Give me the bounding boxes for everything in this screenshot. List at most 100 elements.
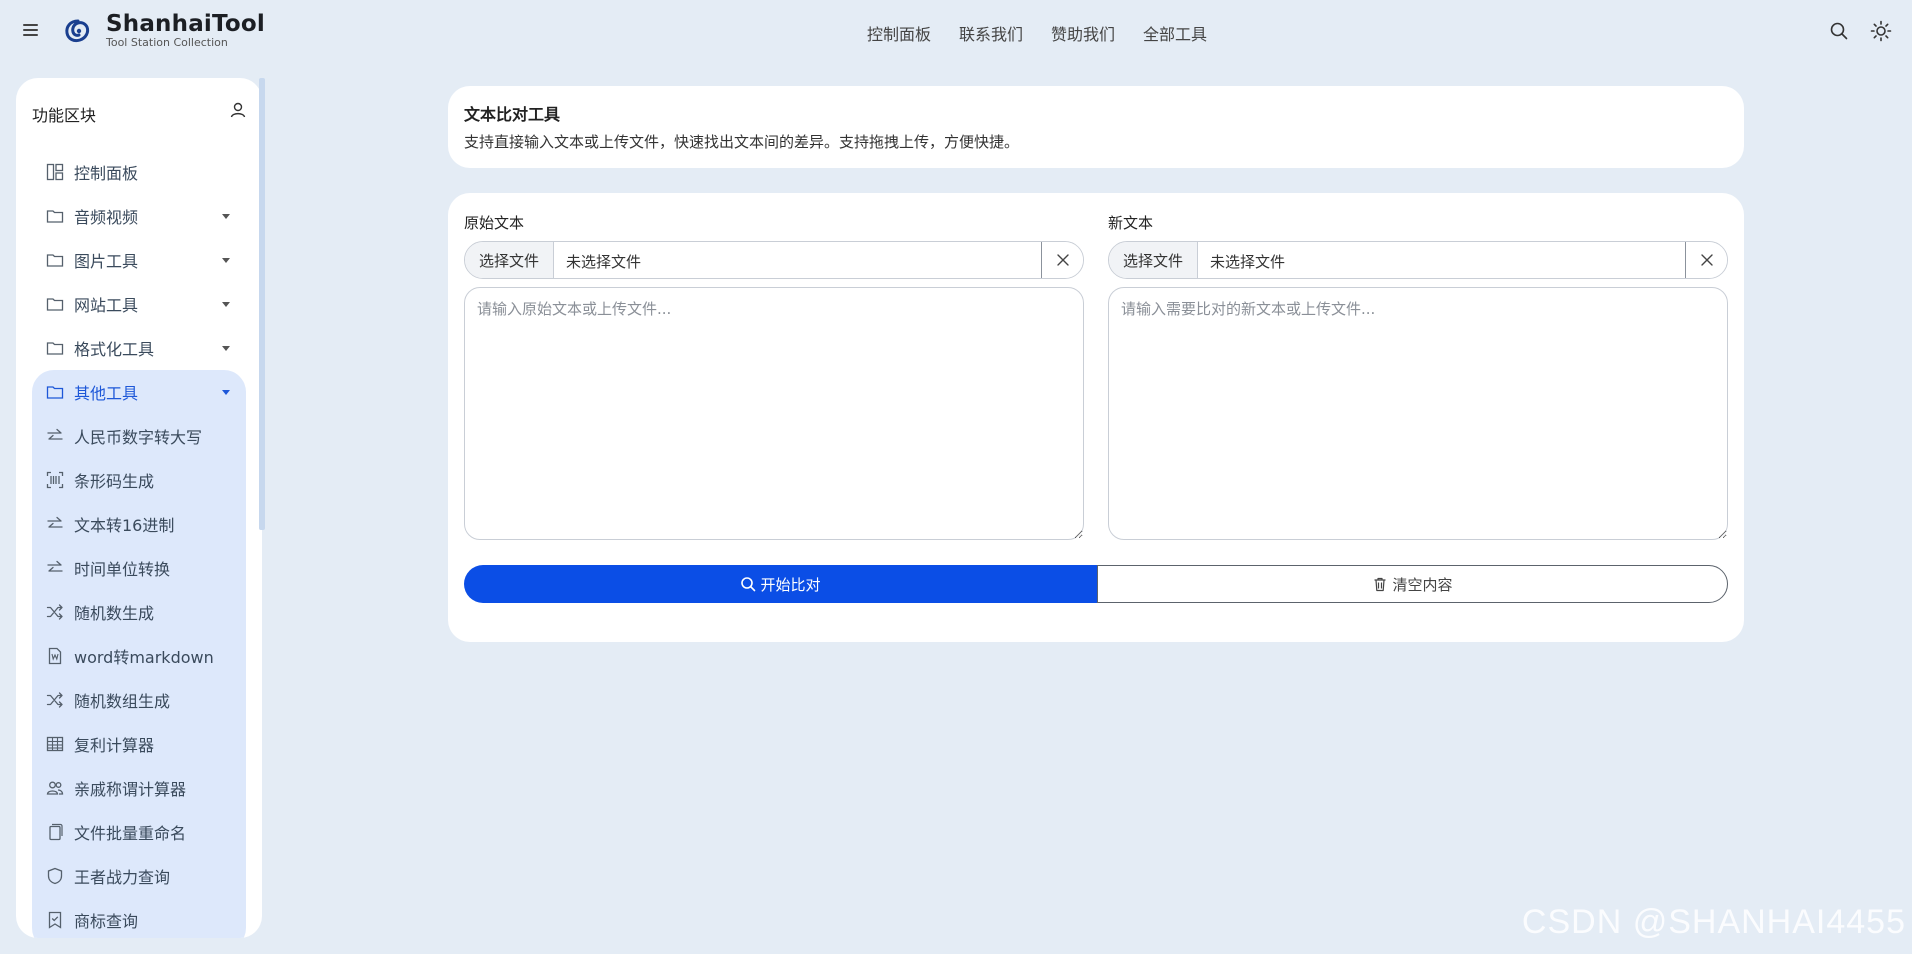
theme-toggle-sun-icon[interactable] (1870, 20, 1892, 42)
files-icon (46, 823, 64, 841)
sidebar-item-label: 随机数生成 (74, 604, 155, 623)
brand-name[interactable]: ShanhaiTool (106, 11, 265, 37)
tool-intro-card: 文本比对工具 支持直接输入文本或上传文件，快速找出文本间的差异。支持拖拽上传，方… (448, 86, 1744, 168)
sidebar-item-format-tools[interactable]: 格式化工具 (32, 326, 246, 370)
sidebar-subitem-batch-rename[interactable]: 文件批量重命名 (32, 810, 246, 854)
sidebar-item-label: 随机数组生成 (74, 692, 171, 711)
page-title: 文本比对工具 (464, 105, 561, 124)
close-icon (1056, 254, 1069, 266)
sidebar-menu: 控制面板 音频视频 图片工具 网站工具 格式化工具 其他工具 人民币数字转大写 … (32, 150, 246, 938)
clear-content-label: 清空内容 (1392, 575, 1453, 594)
page-description: 支持直接输入文本或上传文件，快速找出文本间的差异。支持拖拽上传，方便快捷。 (464, 133, 1020, 151)
sidebar-subitem-trademark-query[interactable]: 商标查询 (32, 898, 246, 938)
swap-icon (46, 427, 64, 445)
search-icon[interactable] (1828, 20, 1850, 42)
nav-sponsor[interactable]: 赞助我们 (1051, 21, 1115, 45)
original-text-label: 原始文本 (464, 214, 525, 232)
sidebar-item-label: 网站工具 (74, 296, 139, 315)
new-text-input[interactable] (1108, 287, 1728, 540)
caret-down-icon (222, 214, 230, 219)
original-choose-file-button[interactable]: 选择文件 (465, 242, 554, 278)
sidebar-item-other-tools[interactable]: 其他工具 (32, 370, 246, 414)
sidebar-header: 功能区块 (32, 100, 248, 125)
caret-down-icon (222, 302, 230, 307)
compare-editor-card: 原始文本 选择文件 未选择文件 新文本 选择文件 未选择文件 开始比对 清空内容 (448, 193, 1744, 642)
swap-icon (46, 559, 64, 577)
sidebar-item-label: 图片工具 (74, 252, 139, 271)
sidebar-subitem-word-markdown[interactable]: word转markdown (32, 634, 246, 678)
new-file-name: 未选择文件 (1210, 253, 1286, 271)
new-clear-file-button[interactable] (1685, 242, 1727, 278)
nav-all-tools[interactable]: 全部工具 (1143, 21, 1207, 45)
sidebar-subitem-barcode[interactable]: 条形码生成 (32, 458, 246, 502)
sidebar-item-web-tools[interactable]: 网站工具 (32, 282, 246, 326)
sidebar-item-label: 人民币数字转大写 (74, 428, 203, 447)
shuffle-icon (46, 603, 64, 621)
search-icon (741, 577, 756, 592)
sidebar-item-label: 亲戚称谓计算器 (74, 780, 187, 799)
sidebar-item-label: 格式化工具 (74, 340, 155, 359)
sidebar-subitem-compound-interest[interactable]: 复利计算器 (32, 722, 246, 766)
sidebar-item-label: 控制面板 (74, 164, 139, 183)
trash-icon (1374, 577, 1386, 592)
start-compare-button[interactable]: 开始比对 (464, 565, 1097, 603)
sidebar-subitem-random-number[interactable]: 随机数生成 (32, 590, 246, 634)
folder-icon (46, 295, 64, 313)
sidebar-item-label: 音频视频 (74, 208, 139, 227)
caret-down-icon (222, 346, 230, 351)
swap-icon (46, 515, 64, 533)
sidebar-item-label: 时间单位转换 (74, 560, 171, 579)
brand-subtitle: Tool Station Collection (106, 36, 228, 49)
sidebar: 功能区块 控制面板 音频视频 图片工具 网站工具 格式化工具 其他工具 人民币数… (16, 78, 262, 938)
folder-icon (46, 339, 64, 357)
people-icon (46, 779, 64, 797)
new-file-input: 选择文件 未选择文件 (1108, 241, 1728, 279)
new-choose-file-button[interactable]: 选择文件 (1109, 242, 1198, 278)
sidebar-item-label: 条形码生成 (74, 472, 155, 491)
shuffle-icon (46, 691, 64, 709)
sidebar-item-audio-video[interactable]: 音频视频 (32, 194, 246, 238)
sidebar-subitem-text-hex[interactable]: 文本转16进制 (32, 502, 246, 546)
sidebar-item-label: 复利计算器 (74, 736, 155, 755)
action-buttons: 开始比对 清空内容 (464, 565, 1728, 603)
dashboard-icon (46, 163, 64, 181)
new-text-label: 新文本 (1108, 214, 1154, 232)
sidebar-item-image-tools[interactable]: 图片工具 (32, 238, 246, 282)
top-bar: ShanhaiTool Tool Station Collection 控制面板… (0, 0, 1912, 62)
barcode-icon (46, 471, 64, 489)
nav-dashboard[interactable]: 控制面板 (867, 21, 931, 45)
folder-icon (46, 251, 64, 269)
caret-down-icon (222, 390, 230, 395)
table-icon (46, 735, 64, 753)
close-icon (1700, 254, 1713, 266)
sidebar-item-dashboard[interactable]: 控制面板 (32, 150, 246, 194)
sidebar-item-label: 商标查询 (74, 912, 139, 931)
sidebar-subitem-time-unit[interactable]: 时间单位转换 (32, 546, 246, 590)
top-nav: 控制面板 联系我们 赞助我们 全部工具 (867, 21, 1207, 45)
sidebar-group-other-tools: 其他工具 人民币数字转大写 条形码生成 文本转16进制 时间单位转换 随机数生成… (32, 370, 246, 938)
sidebar-subitem-power-query[interactable]: 王者战力查询 (32, 854, 246, 898)
folder-icon (46, 383, 64, 401)
sidebar-subitem-rmb-uppercase[interactable]: 人民币数字转大写 (32, 414, 246, 458)
sidebar-scrollbar[interactable] (259, 78, 265, 530)
start-compare-label: 开始比对 (760, 575, 821, 594)
nav-contact[interactable]: 联系我们 (959, 21, 1023, 45)
original-file-input: 选择文件 未选择文件 (464, 241, 1084, 279)
sidebar-subitem-random-array[interactable]: 随机数组生成 (32, 678, 246, 722)
original-clear-file-button[interactable] (1041, 242, 1083, 278)
logo-icon (64, 18, 92, 44)
sidebar-subitem-relatives-calculator[interactable]: 亲戚称谓计算器 (32, 766, 246, 810)
shield-icon (46, 867, 64, 885)
user-icon[interactable] (228, 100, 248, 120)
sidebar-item-label: word转markdown (74, 648, 214, 667)
clear-content-button[interactable]: 清空内容 (1097, 565, 1728, 603)
original-text-input[interactable] (464, 287, 1084, 540)
caret-down-icon (222, 258, 230, 263)
sidebar-item-label: 文件批量重命名 (74, 824, 187, 843)
word-file-icon (46, 647, 64, 665)
watermark: CSDN @SHANHAI4455 (1521, 903, 1906, 941)
sidebar-title: 功能区块 (32, 106, 97, 125)
sidebar-item-label: 文本转16进制 (74, 516, 175, 535)
hamburger-menu-icon[interactable] (20, 19, 42, 41)
bookmark-check-icon (46, 911, 64, 929)
